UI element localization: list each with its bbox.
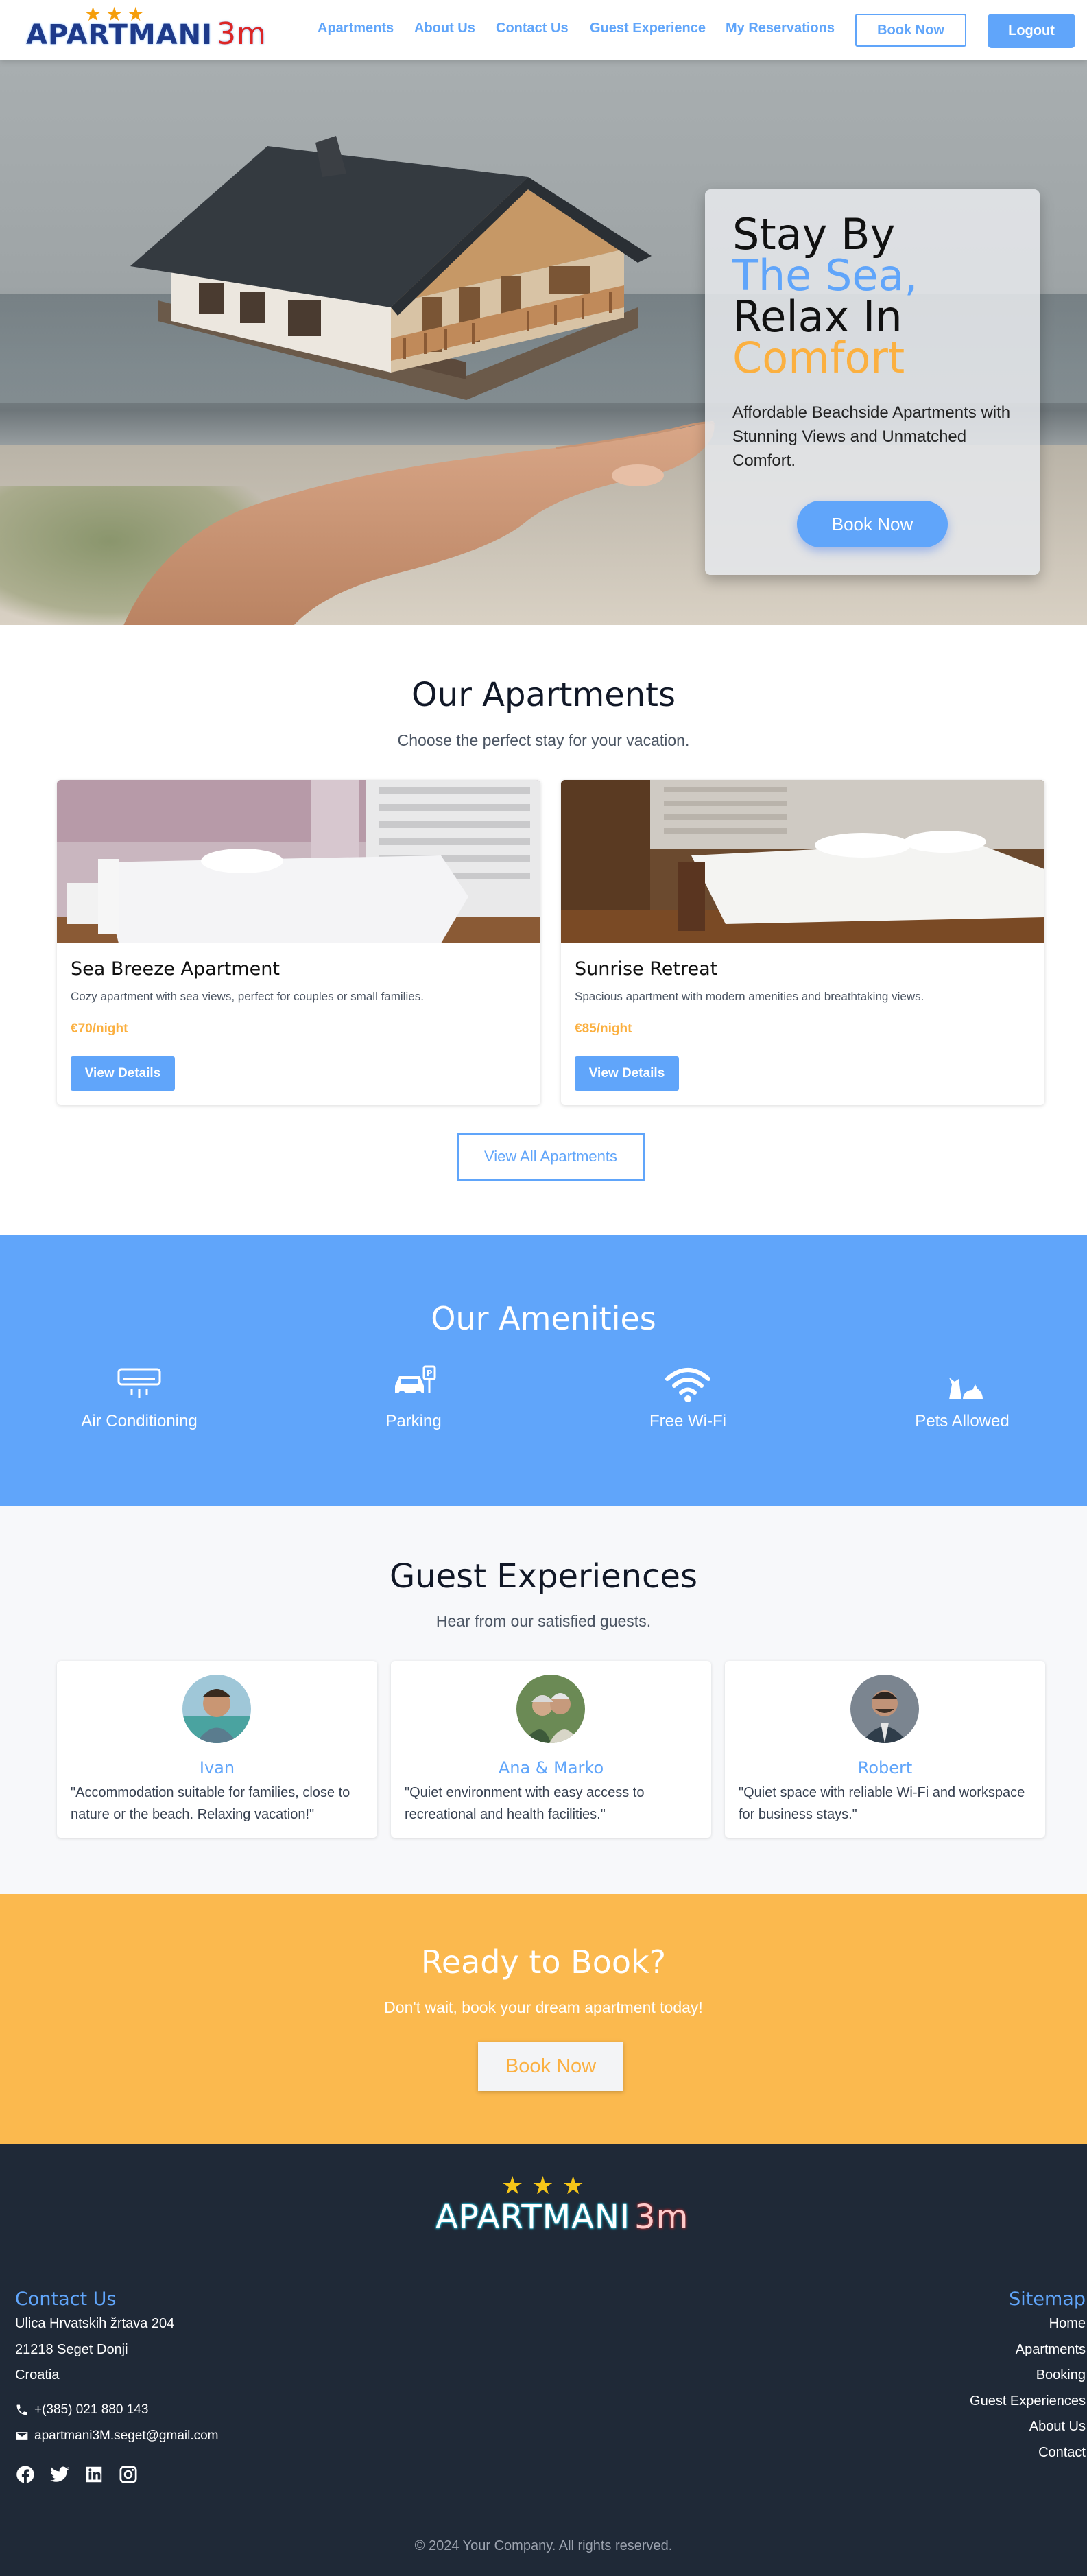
hero-house-image (130, 136, 652, 400)
sitemap-link-about-us[interactable]: About Us (1029, 2419, 1086, 2435)
view-details-button[interactable]: View Details (71, 1056, 175, 1091)
nav-link-guest-experience[interactable]: Guest Experience (590, 21, 706, 36)
envelope-icon (16, 2432, 28, 2440)
ready-subtitle: Don't wait, book your dream apartment to… (384, 1998, 703, 2016)
apartment-card-sea-breeze: Sea Breeze Apartment Cozy apartment with… (57, 780, 540, 1105)
footer: ★★★ APARTMANI 3m Contact Us Ulica Hrvatsk… (0, 2144, 1087, 2576)
testimonial-card: Ana & Marko "Quiet environment with easy… (391, 1661, 711, 1838)
parking-car-icon: P (395, 1365, 436, 1397)
apartment-name: Sunrise Retreat (575, 958, 718, 980)
site-logo[interactable]: ★★★ APARTMANI 3m (26, 3, 266, 58)
instagram-icon[interactable] (118, 2464, 140, 2486)
logo-suffix: 3m (216, 16, 267, 51)
footer-email-text: apartmani3M.seget@gmail.com (34, 2429, 219, 2443)
amenity-air-conditioning: Air Conditioning (50, 1365, 228, 1431)
phone-icon (16, 2404, 27, 2415)
amenities-section: Our Amenities Air Conditioning P Parking… (0, 1235, 1087, 1506)
apartment-price: €70/night (71, 1021, 128, 1036)
air-conditioner-icon (117, 1368, 161, 1398)
hero-book-now-button[interactable]: Book Now (797, 501, 948, 547)
hero-section: Stay By The Sea, Relax In Comfort Afford… (0, 60, 1087, 625)
footer-phone-text: +(385) 021 880 143 (34, 2402, 149, 2417)
hero-subtitle: Affordable Beachside Apartments with Stu… (732, 403, 1011, 470)
footer-address-line2: 21218 Seget Donji (15, 2342, 128, 2357)
avatar (516, 1675, 585, 1743)
footer-country: Croatia (15, 2367, 60, 2383)
hero-title: Stay By The Sea, Relax In Comfort (732, 209, 918, 383)
apartments-subtitle: Choose the perfect stay for your vacatio… (397, 731, 690, 749)
footer-logo-stars: ★★★ (501, 2172, 593, 2200)
wifi-icon (665, 1368, 710, 1402)
nav-book-now-button[interactable]: Book Now (855, 14, 966, 47)
ready-book-now-button[interactable]: Book Now (478, 2042, 623, 2091)
testimonial-card: Robert "Quiet space with reliable Wi-Fi … (725, 1661, 1045, 1838)
svg-text:P: P (427, 1369, 433, 1378)
amenity-label: Air Conditioning (81, 1412, 198, 1430)
apartment-photo-sea-breeze (57, 780, 540, 943)
amenity-label: Parking (385, 1412, 442, 1430)
guest-name: Robert (857, 1758, 913, 1777)
avatar (182, 1675, 251, 1743)
nav-link-apartments[interactable]: Apartments (318, 21, 394, 36)
apartments-title: Our Apartments (411, 676, 676, 714)
footer-contact-title: Contact Us (15, 2289, 117, 2310)
logout-button[interactable]: Logout (988, 14, 1075, 48)
avatar (850, 1675, 919, 1743)
amenity-label: Pets Allowed (915, 1412, 1010, 1430)
footer-phone[interactable]: +(385) 021 880 143 (15, 2402, 148, 2418)
amenity-wifi: Free Wi-Fi (599, 1365, 777, 1431)
testimonial-card: Ivan "Accommodation suitable for familie… (57, 1661, 377, 1838)
footer-email[interactable]: apartmani3M.seget@gmail.com (15, 2429, 219, 2444)
hero-card: Stay By The Sea, Relax In Comfort Afford… (705, 189, 1040, 575)
guest-name: Ivan (199, 1758, 235, 1777)
pets-icon (949, 1378, 983, 1399)
sitemap-link-contact[interactable]: Contact (1038, 2445, 1086, 2461)
footer-address-line1: Ulica Hrvatskih žrtava 204 (15, 2316, 175, 2331)
amenities-title: Our Amenities (431, 1300, 656, 1337)
ready-title: Ready to Book? (420, 1943, 667, 1981)
footer-sitemap-title: Sitemap (1009, 2289, 1086, 2310)
hero-title-line1: Stay By (732, 209, 896, 259)
sitemap-link-guest-experiences[interactable]: Guest Experiences (970, 2394, 1086, 2409)
ready-to-book-section: Ready to Book? Don't wait, book your dre… (0, 1894, 1087, 2144)
apartment-photo-sunrise-retreat (561, 780, 1044, 943)
facebook-icon[interactable] (15, 2464, 37, 2486)
guest-experiences-subtitle: Hear from our satisfied guests. (435, 1612, 652, 1630)
amenity-label: Free Wi-Fi (649, 1412, 726, 1430)
linkedin-icon[interactable] (84, 2464, 106, 2486)
guest-quote: "Quiet environment with easy access to r… (405, 1785, 645, 1822)
sitemap-link-apartments[interactable]: Apartments (1016, 2342, 1086, 2358)
nav-link-contact-us[interactable]: Contact Us (496, 21, 569, 36)
footer-logo-text: APARTMANI (435, 2198, 631, 2236)
sitemap-link-home[interactable]: Home (1049, 2316, 1086, 2332)
hero-title-line3: Relax In (732, 292, 903, 342)
guest-name: Ana & Marko (498, 1758, 604, 1777)
guest-experiences-title: Guest Experiences (390, 1557, 697, 1596)
twitter-icon[interactable] (49, 2464, 71, 2486)
nav-link-my-reservations[interactable]: My Reservations (726, 21, 835, 36)
view-all-apartments-button[interactable]: View All Apartments (457, 1133, 645, 1181)
hero-title-line2: The Sea, (732, 250, 918, 300)
navbar: ★★★ APARTMANI 3m Apartments About Us Cont… (0, 0, 1087, 60)
view-details-button[interactable]: View Details (575, 1056, 679, 1091)
sitemap-link-booking[interactable]: Booking (1036, 2367, 1086, 2383)
apartment-description: Cozy apartment with sea views, perfect f… (71, 990, 424, 1003)
footer-logo-suffix: 3m (634, 2198, 689, 2236)
footer-logo: ★★★ APARTMANI 3m (435, 2172, 688, 2241)
apartment-price: €85/night (575, 1021, 632, 1036)
logo-text: APARTMANI (26, 19, 213, 51)
amenity-pets: Pets Allowed (873, 1365, 1051, 1431)
apartment-card-sunrise-retreat: Sunrise Retreat Spacious apartment with … (561, 780, 1044, 1105)
guest-quote: "Accommodation suitable for families, cl… (71, 1785, 350, 1822)
apartment-description: Spacious apartment with modern amenities… (575, 990, 924, 1003)
guest-quote: "Quiet space with reliable Wi-Fi and wor… (739, 1785, 1025, 1822)
copyright: © 2024 Your Company. All rights reserved… (414, 2538, 673, 2553)
apartment-name: Sea Breeze Apartment (71, 958, 280, 980)
hero-title-line4: Comfort (732, 333, 905, 383)
amenity-parking: P Parking (324, 1365, 503, 1431)
nav-link-about-us[interactable]: About Us (414, 21, 475, 36)
